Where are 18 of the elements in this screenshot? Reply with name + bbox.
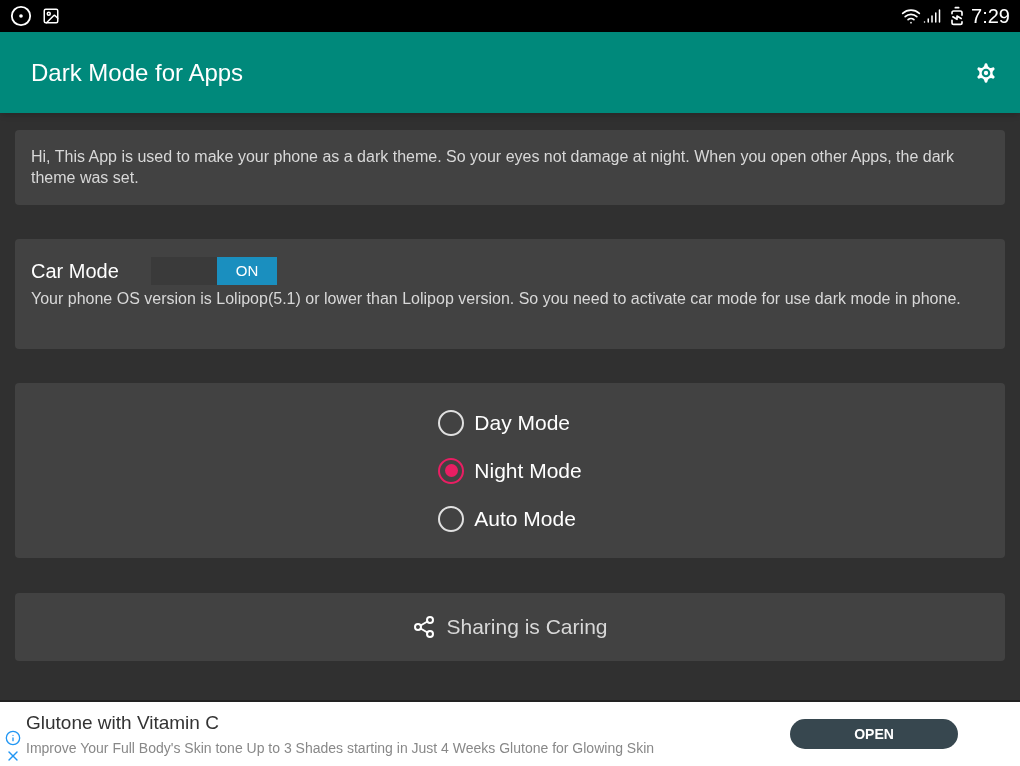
mode-radio[interactable]: Day Mode [438,409,582,436]
status-time: 7:29 [971,4,1010,29]
car-mode-note: Your phone OS version is Lolipop(5.1) or lower than Lolipop version. So you need to activate car mode for use dark mode in phone. [31,289,962,309]
share-button[interactable]: Sharing is Caring [15,593,1005,661]
car-mode-toggle[interactable]: ON [151,257,277,285]
wifi-icon [901,6,922,26]
info-icon[interactable] [5,730,21,746]
car-mode-label: Car Mode [31,259,120,284]
signal-icon [923,7,942,25]
image-icon [42,7,60,25]
toolbar-title: Dark Mode for Apps [31,57,244,88]
open-button[interactable]: OPEN [790,719,958,749]
mode-radio[interactable]: Auto Mode [438,505,582,532]
ad-text: Improve Your Full Body's Skin tone Up to 3 Shades starting in Just 4 Weeks Glutone for Glowing Skin [26,738,656,758]
mode-radio[interactable]: Night Mode [438,457,582,484]
share-icon [412,615,437,639]
ad-title: Glutone with Vitamin C [26,711,220,736]
intro-text: Hi, This App is used to make your phone as a dark theme. So your eyes not damage at night. When you open other Apps, the dark theme was set. [31,147,955,188]
